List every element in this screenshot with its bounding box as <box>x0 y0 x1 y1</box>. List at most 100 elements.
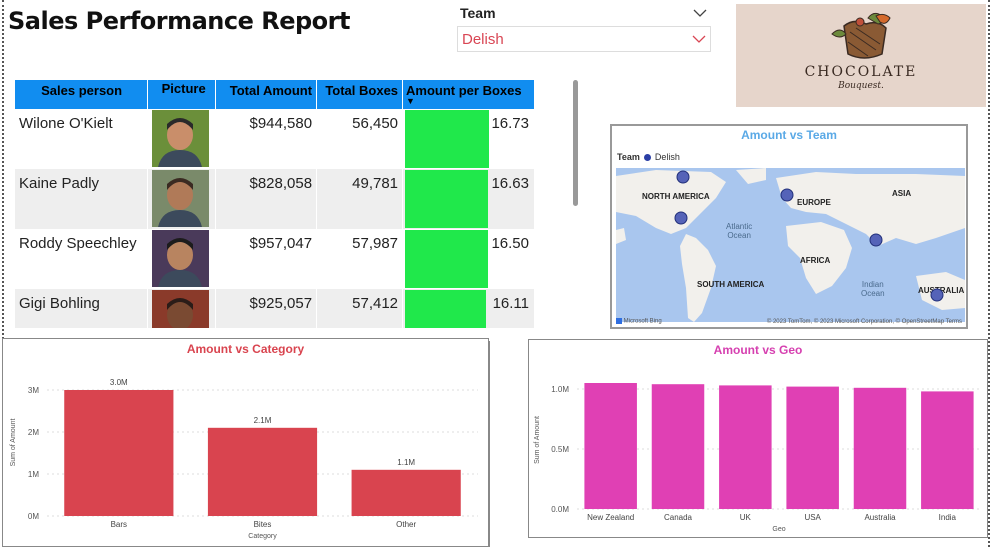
amount-vs-team-map: Amount vs Team Team Delish NORTH AMERICA… <box>610 124 968 329</box>
table-row[interactable]: Roddy Speechley $957,047 57,987 16.50 <box>15 229 535 289</box>
map-bubble-usa[interactable] <box>674 211 688 225</box>
brand-logo: CHOCOLATE Bouquest. <box>736 4 986 107</box>
data-label: 1.1M <box>397 458 415 467</box>
cell-picture <box>147 169 217 229</box>
salesperson-photo <box>152 110 210 167</box>
amount-vs-category-chart: 0M 1M 2M 3M Bars 3.0M Bites 2.1M Other 1.1M Catego… <box>10 378 478 540</box>
team-slicer[interactable]: Team Delish <box>457 2 711 52</box>
bar-bars[interactable] <box>64 390 174 516</box>
y-axis-label: Sum of Amount <box>534 416 541 464</box>
x-axis-label: Geo <box>772 526 785 533</box>
x-tick-label: New Zealand <box>587 513 634 522</box>
cell-picture <box>147 289 217 328</box>
y-tick-label: 1M <box>28 470 39 479</box>
cell-amount-per-boxes-value: 16.63 <box>491 175 529 192</box>
map-bubble-australia[interactable] <box>930 288 944 302</box>
column-header-total-amount[interactable]: Total Amount <box>215 80 318 109</box>
table-scrollbar[interactable] <box>573 80 578 206</box>
x-tick-label: Other <box>396 520 416 529</box>
column-header-total-boxes[interactable]: Total Boxes <box>316 80 404 109</box>
amount-vs-geo-chart: 0.0M 0.5M 1.0M New Zealand Canada UK USA Austra… <box>534 383 981 533</box>
map-attribution-bing: Microsoft Bing <box>616 318 662 325</box>
map-title: Amount vs Team <box>741 128 837 142</box>
sort-descending-icon[interactable]: ▼ <box>406 97 531 106</box>
salesperson-photo <box>152 230 210 287</box>
slicer-label: Team <box>460 5 496 21</box>
bar-other[interactable] <box>351 469 461 516</box>
x-tick-label: Bars <box>111 520 127 529</box>
amount-vs-geo-card: Amount vs Geo 0.0M 0.5M 1.0M New Zealand Can… <box>528 339 988 538</box>
cell-picture <box>147 109 217 169</box>
world-map[interactable]: NORTH AMERICA EUROPE ASIA AFRICA SOUTH A… <box>616 168 965 322</box>
report-title: Sales Performance Report <box>8 7 350 35</box>
data-bar <box>405 290 487 328</box>
legend-dot-icon <box>643 153 651 161</box>
x-tick-label: Bites <box>254 520 272 529</box>
column-header-amount-per-boxes-label: Amount per Boxes <box>406 83 522 98</box>
x-tick-label: USA <box>804 513 821 522</box>
x-axis-label: Category <box>248 533 277 540</box>
logo-tagline: Bouquest. <box>838 81 884 91</box>
cell-total-boxes: 56,450 <box>316 109 404 169</box>
column-header-picture[interactable]: Picture <box>147 80 217 109</box>
x-tick-label: Canada <box>664 513 693 522</box>
sales-table-visual: Sales person Picture Total Amount Total … <box>15 80 535 328</box>
y-tick-label: 1.0M <box>551 385 569 394</box>
salesperson-photo <box>152 290 210 328</box>
cell-amount-per-boxes-value: 16.73 <box>491 115 529 132</box>
data-bar <box>405 110 490 168</box>
bar-india[interactable] <box>921 391 974 509</box>
bar-australia[interactable] <box>853 387 907 509</box>
cell-amount-per-boxes: 16.63 <box>402 169 535 229</box>
cell-amount-per-boxes-value: 16.11 <box>492 295 529 312</box>
bar-bites[interactable] <box>207 427 318 516</box>
sales-table: Sales person Picture Total Amount Total … <box>15 80 535 328</box>
bar-canada[interactable] <box>651 384 705 509</box>
column-header-sales-person[interactable]: Sales person <box>15 80 149 109</box>
data-bar <box>405 170 489 228</box>
cell-total-amount: $925,057 <box>215 289 318 328</box>
cell-sales-person: Gigi Bohling <box>15 289 149 328</box>
data-bar <box>405 230 489 288</box>
bar-new-zealand[interactable] <box>584 383 637 509</box>
cell-total-amount: $944,580 <box>215 109 318 169</box>
map-bubble-canada[interactable] <box>676 170 690 184</box>
chevron-down-icon[interactable] <box>692 35 706 43</box>
slicer-dropdown[interactable]: Delish <box>457 26 711 52</box>
cell-total-boxes: 57,412 <box>316 289 404 328</box>
table-row[interactable]: Wilone O'Kielt $944,580 56,450 16.73 <box>15 109 535 169</box>
chevron-down-icon[interactable] <box>693 9 707 17</box>
map-bubble-uk[interactable] <box>780 188 794 202</box>
y-tick-label: 0.0M <box>551 505 569 514</box>
cell-amount-per-boxes: 16.73 <box>402 109 535 169</box>
bar-uk[interactable] <box>719 385 772 509</box>
y-tick-label: 2M <box>28 428 39 437</box>
y-tick-label: 3M <box>28 386 39 395</box>
map-legend-title: Team <box>617 152 640 162</box>
cell-total-amount: $957,047 <box>215 229 318 289</box>
cell-sales-person: Roddy Speechley <box>15 229 149 289</box>
y-tick-label: 0.5M <box>551 445 569 454</box>
cell-total-amount: $828,058 <box>215 169 318 229</box>
amount-vs-category-card: Amount vs Category 0M 1M 2M 3M Bars 3.0M Bites… <box>3 339 488 546</box>
map-bubble-india[interactable] <box>869 233 883 247</box>
x-tick-label: UK <box>740 513 752 522</box>
column-header-amount-per-boxes[interactable]: Amount per Boxes ▼ <box>402 80 535 109</box>
table-row[interactable]: Kaine Padly $828,058 49,781 16.63 <box>15 169 535 229</box>
cell-sales-person: Wilone O'Kielt <box>15 109 149 169</box>
salesperson-photo <box>152 170 210 227</box>
map-attribution[interactable]: © 2023 TomTom, © 2023 Microsoft Corporat… <box>767 319 962 325</box>
map-bubbles <box>674 170 944 302</box>
data-label: 2.1M <box>254 416 272 425</box>
cell-total-boxes: 57,987 <box>316 229 404 289</box>
map-legend: Team Delish <box>617 152 680 162</box>
logo-wordmark: CHOCOLATE <box>804 64 918 80</box>
y-axis-label: Sum of Amount <box>10 419 17 467</box>
cell-sales-person: Kaine Padly <box>15 169 149 229</box>
cell-amount-per-boxes: 16.11 <box>402 289 535 328</box>
cell-amount-per-boxes: 16.50 <box>402 229 535 289</box>
cell-total-boxes: 49,781 <box>316 169 404 229</box>
table-row[interactable]: Gigi Bohling $925,057 57,412 16.11 <box>15 289 535 328</box>
bar-usa[interactable] <box>786 386 839 509</box>
slicer-selected-value: Delish <box>462 30 504 48</box>
